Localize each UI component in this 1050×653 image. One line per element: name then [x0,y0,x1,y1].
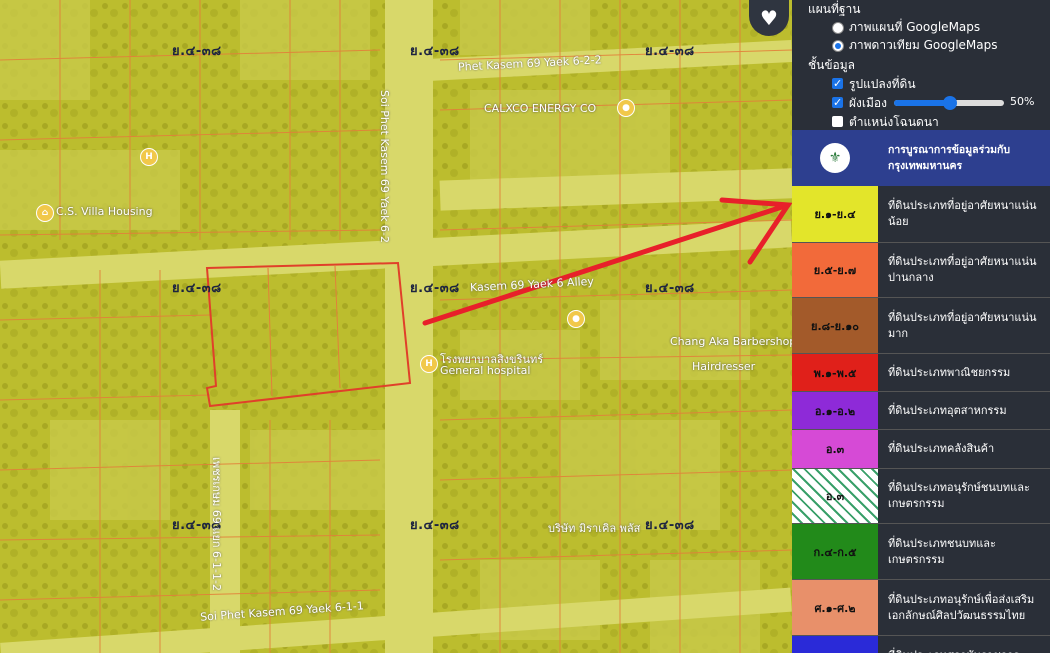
basemap-option-map[interactable]: ภาพแผนที่ GoogleMaps [792,18,980,36]
road-label-lower-vertical: เพชรเกษม 69 แยก 6-1-1-2 [209,457,223,591]
zone-label: ย.๔-๓๘ [645,281,695,296]
legend-row: ศ.๑-ศ.๒ ที่ดินประเภทอนุรักษ์เพื่อส่งเสริ… [792,580,1050,636]
legend-swatch: อ.๓ [792,469,878,523]
layer-deed[interactable]: ตำแหน่งโฉนดนา [792,113,939,131]
legend-row: ย.๕-ย.๗ ที่ดินประเภทที่อยู่อาศัยหนาแน่นป… [792,243,1050,298]
legend-swatch: ย.๕-ย.๗ [792,243,878,297]
bma-header: ⚜ การบูรณาการข้อมูลร่วมกับ กรุงเทพมหานคร [792,130,1050,186]
radio-map[interactable] [832,22,844,34]
legend-desc: ที่ดินประเภทอนุรักษ์ชนบทและเกษตรกรรม [888,481,1030,510]
zone-label: ย.๔-๓๘ [410,44,460,59]
basemap-option-satellite[interactable]: ภาพดาวเทียม GoogleMaps [792,36,998,54]
legend-desc: ที่ดินประเภทที่อยู่อาศัยหนาแน่นมาก [888,310,1037,340]
legend-desc: ที่ดินประเภทที่อยู่อาศัยหนาแน่นน้อย [888,199,1037,228]
legend-row: ย.๑-ย.๔ ที่ดินประเภทที่อยู่อาศัยหนาแน่นน… [792,186,1050,243]
road-label-vertical: Soi Phet Kasem 69 Yaek 6-2 [377,90,391,243]
legend-row: ก.๔-ก.๕ ที่ดินประเภทชนบทและเกษตรกรรม [792,524,1050,580]
business-pin-icon[interactable]: ● [617,99,635,117]
legend-desc: ที่ดินประเภทที่อยู่อาศัยหนาแน่นปานกลาง [888,255,1037,284]
legend-row: อ.๓ ที่ดินประเภทคลังสินค้า [792,430,1050,469]
poi-villa: C.S. Villa Housing [56,205,153,218]
legend-desc: ที่ดินประเภทชนบทและเกษตรกรรม [888,536,996,566]
legend-swatch: อ.๑-อ.๒ [792,392,878,429]
legend-desc: ที่ดินประเภทอุตสาหกรรม [888,403,1007,417]
legend-desc: ที่ดินประเภทพาณิชยกรรม [888,365,1011,379]
layers-title: ชั้นข้อมูล [808,58,856,72]
hospital-pin-icon[interactable]: H [420,355,438,373]
shop-pin-icon[interactable]: ● [567,310,585,328]
bma-logo-icon: ⚜ [820,143,850,173]
poi-company: บริษัท มิราเคิล พลัส [548,522,641,535]
legend-swatch: ศ.๑-ศ.๒ [792,580,878,635]
map-background [0,0,792,653]
legend-swatch: ย.๑-ย.๔ [792,186,878,242]
hotel-pin-icon[interactable]: H [140,148,158,166]
zone-label: ย.๔-๓๘ [645,518,695,533]
zone-label: ย.๔-๓๘ [172,281,222,296]
poi-calxco: CALXCO ENERGY CO [484,102,597,115]
legend-desc: ที่ดินประเภทคลังสินค้า [888,442,995,455]
checkbox-deed[interactable] [832,116,843,127]
poi-hairdresser: Hairdresser [692,360,756,373]
opacity-value: 50% [1010,95,1035,108]
layer-panel: แผนที่ฐาน ภาพแผนที่ GoogleMaps ภาพดาวเที… [792,0,1050,653]
housing-pin-icon[interactable]: ⌂ [36,204,54,222]
basemap-title: แผนที่ฐาน [808,2,861,16]
layer-parcel[interactable]: รูปแปลงที่ดิน [792,75,916,93]
zone-label: ย.๔-๓๘ [410,518,460,533]
legend-swatch: ย.๘-ย.๑๐ [792,298,878,353]
legend-row: ย.๘-ย.๑๐ ที่ดินประเภทที่อยู่อาศัยหนาแน่น… [792,298,1050,354]
legend-swatch: พ.๑-พ.๕ [792,354,878,391]
legend-swatch: ก.๔-ก.๕ [792,524,878,579]
poi-hospital-en: General hospital [440,364,531,377]
checkbox-parcel[interactable] [832,75,843,93]
legend-desc: ที่ดินประเภทสถาบันราชการ [878,636,1050,653]
legend-row: ที่ดินประเภทสถาบันราชการ [792,636,1050,653]
zone-label: ย.๔-๓๘ [172,44,222,59]
legend-row: อ.๓ ที่ดินประเภทอนุรักษ์ชนบทและเกษตรกรรม [792,469,1050,524]
zone-label: ย.๔-๓๘ [410,281,460,296]
opacity-slider[interactable] [894,96,1004,110]
legend-swatch: อ.๓ [792,430,878,468]
map-canvas[interactable]: ย.๔-๓๘ ย.๔-๓๘ ย.๔-๓๘ ย.๔-๓๘ ย.๔-๓๘ ย.๔-๓… [0,0,792,653]
layer-cityplan[interactable]: ผังเมือง [792,94,887,112]
bma-title: การบูรณาการข้อมูลร่วมกับ กรุงเทพมหานคร [888,144,1011,172]
zone-label: ย.๔-๓๘ [645,44,695,59]
legend-desc: ที่ดินประเภทอนุรักษ์เพื่อส่งเสริมเอกลักษ… [888,592,1035,622]
legend-row: อ.๑-อ.๒ ที่ดินประเภทอุตสาหกรรม [792,392,1050,430]
legend-swatch [792,636,878,653]
slider-knob[interactable] [943,96,957,110]
poi-barber: Chang Aka Barbershop By vinta [670,335,792,348]
legend-row: พ.๑-พ.๕ ที่ดินประเภทพาณิชยกรรม [792,354,1050,392]
checkbox-cityplan[interactable] [832,94,843,112]
radio-satellite[interactable] [832,40,844,52]
